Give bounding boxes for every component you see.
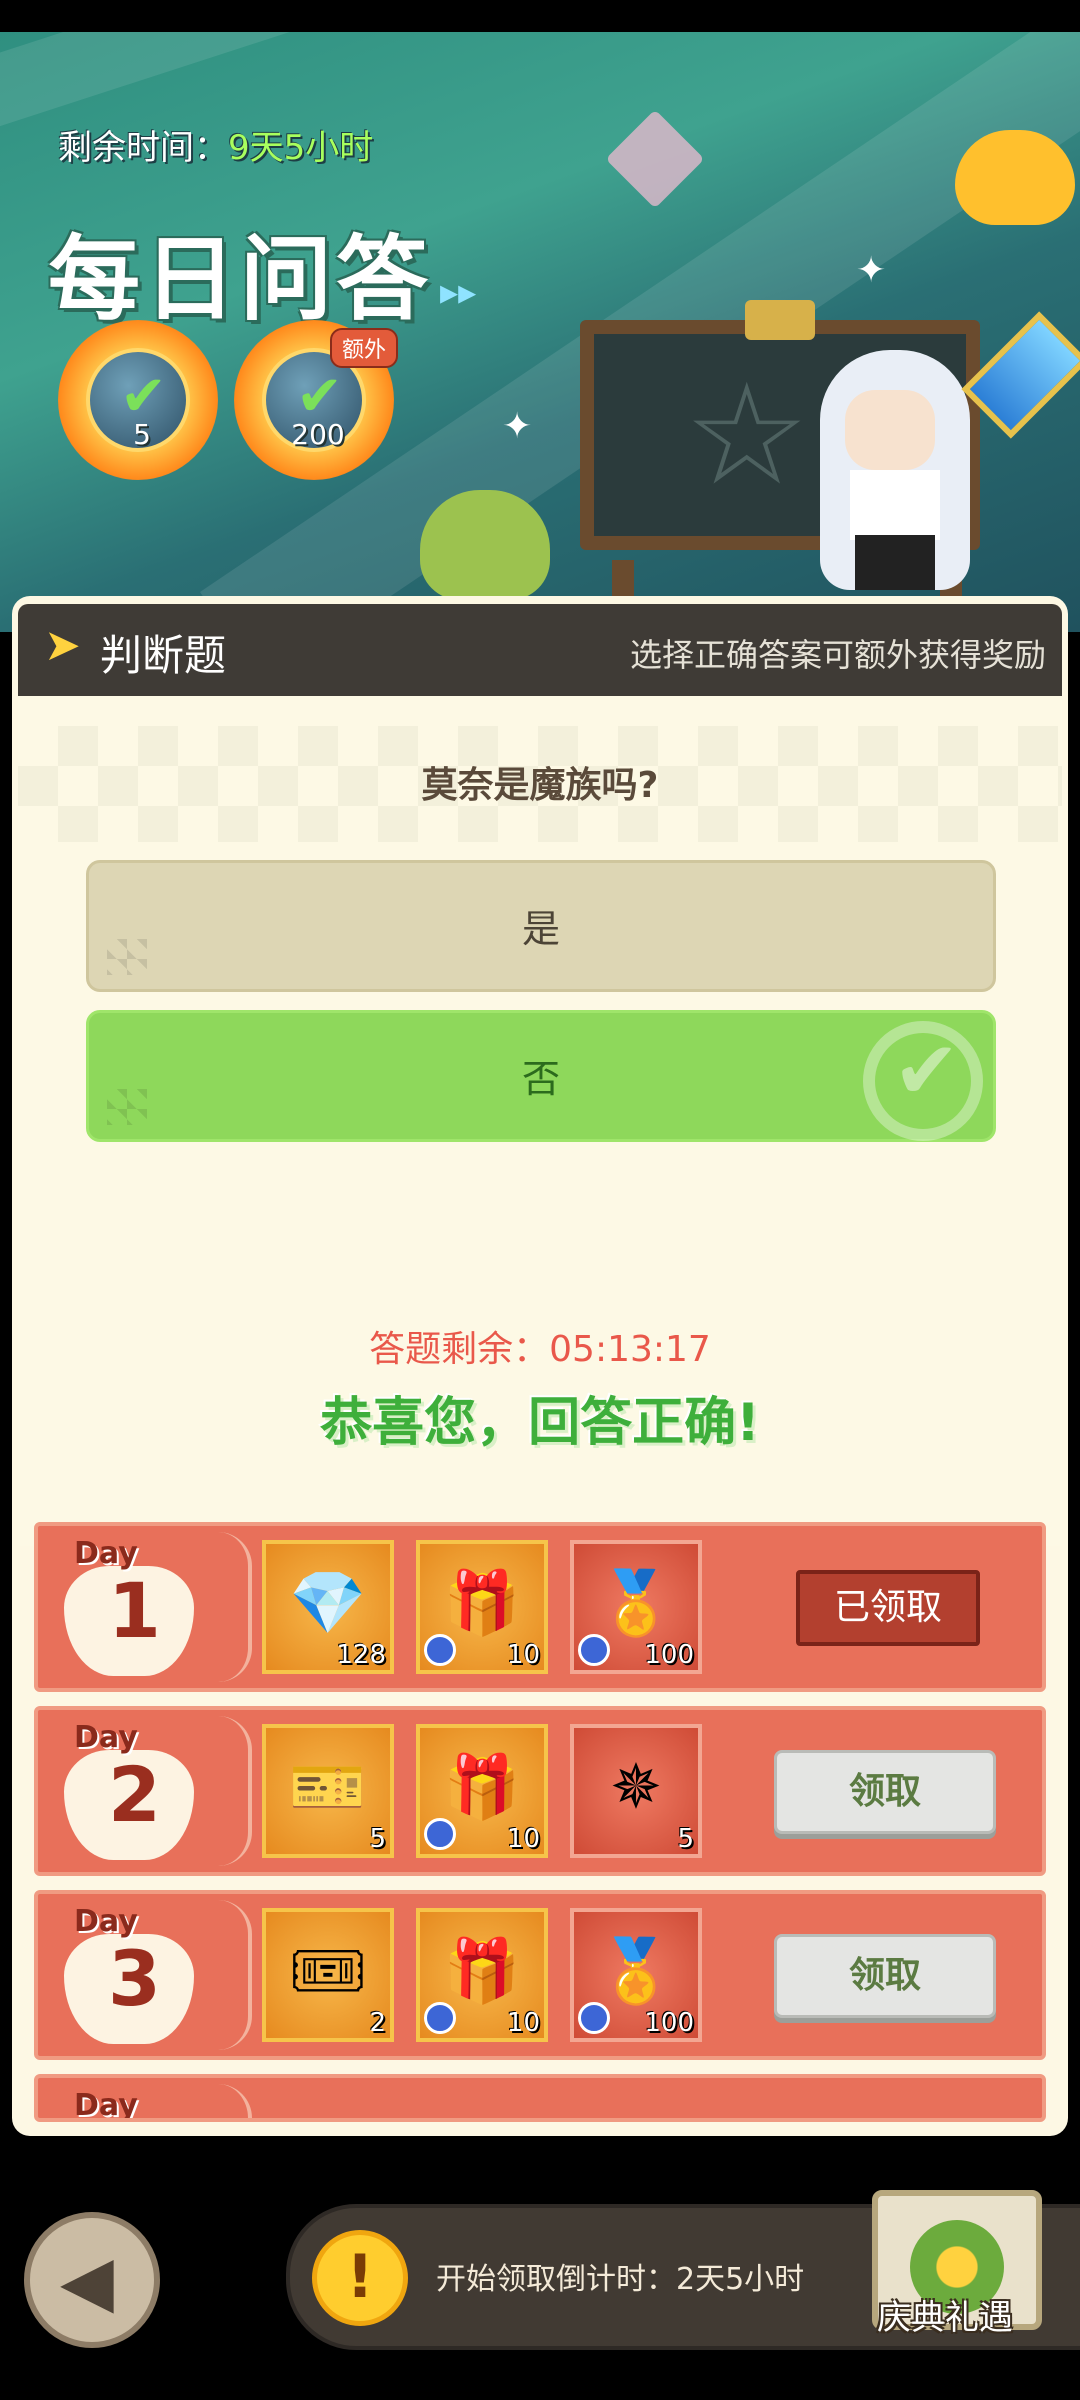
row-divider xyxy=(218,1900,252,2050)
item-quantity: 10 xyxy=(506,1640,540,1670)
green-slime-icon xyxy=(420,490,550,600)
puzzle-check-icon: ✔ 5 xyxy=(86,348,190,452)
option-label: 否 xyxy=(521,1057,560,1101)
extra-badge: 额外 xyxy=(330,328,399,368)
gift-box-icon: 🎁 xyxy=(443,1750,521,1823)
reward-row-day-1: 1 Day 💎 128 🎁 10 🏅 100 已领取 xyxy=(34,1522,1046,1692)
reward-item[interactable]: 🎁 10 xyxy=(416,1724,548,1858)
gift-box-icon: 🎁 xyxy=(443,1934,521,2007)
character-shirt xyxy=(850,470,940,540)
item-quantity: 10 xyxy=(506,2008,540,2038)
gift-box-icon: 🎁 xyxy=(443,1566,521,1639)
gold-ticket-icon: 🎟 xyxy=(288,1934,368,2007)
item-quantity: 128 xyxy=(336,1640,386,1670)
medal-count: 200 xyxy=(291,418,345,451)
item-quantity: 100 xyxy=(644,1640,694,1670)
heart-badge xyxy=(64,2118,194,2122)
timer-icon xyxy=(424,1634,456,1666)
option-label: 是 xyxy=(521,907,560,951)
day-number: 3 xyxy=(108,1934,161,2023)
reward-item[interactable]: 🎁 10 xyxy=(416,1908,548,2042)
day-label: Day xyxy=(74,2088,138,2122)
day-label: Day xyxy=(74,1904,138,1939)
back-arrow-icon: ◀ xyxy=(60,2240,114,2322)
question-type: 判断题 xyxy=(100,631,227,680)
character-skirt xyxy=(855,535,935,590)
board-leg xyxy=(612,560,634,600)
page-title: 每日问答 xyxy=(48,226,433,333)
status-bar xyxy=(0,0,1080,32)
timer-icon xyxy=(424,2002,456,2034)
answer-countdown: 答题剩余：05:13:17 xyxy=(369,1329,711,1370)
reward-item[interactable]: 🏅 100 xyxy=(570,1908,702,2042)
row-divider xyxy=(218,1532,252,1682)
day-label: Day xyxy=(74,1536,138,1571)
board-crest xyxy=(745,300,815,340)
item-quantity: 100 xyxy=(644,2008,694,2038)
exclamation-icon: ! xyxy=(312,2230,408,2326)
heart-badge: 2 xyxy=(64,1750,194,1860)
option-no-button[interactable]: 否 xyxy=(86,1005,996,1142)
sparkle-icon: ✦ xyxy=(856,250,887,291)
fish-ticket-icon: 🎫 xyxy=(289,1750,367,1823)
result-message: 恭喜您，回答正确! xyxy=(320,1393,760,1453)
reward-item[interactable]: ✵ 5 xyxy=(570,1724,702,1858)
reward-item[interactable]: 💎 128 xyxy=(262,1540,394,1674)
gem-medal-icon: 🏅 xyxy=(597,1934,675,2007)
remaining-time-label: 剩余时间： xyxy=(58,128,228,168)
diamond-icon: 💎 xyxy=(289,1566,367,1639)
claim-button[interactable]: 领取 xyxy=(774,1750,996,1834)
claim-countdown: 开始领取倒计时：2天5小时 xyxy=(436,2262,805,2297)
day-label: Day xyxy=(74,1720,138,1755)
option-yes-button[interactable]: 是 xyxy=(86,860,996,992)
reward-item[interactable]: 🎟 2 xyxy=(262,1908,394,2042)
question-text: 莫奈是魔族吗? xyxy=(421,765,659,806)
arrow-diamond-icon: ➤ xyxy=(44,620,81,671)
navigation-bar xyxy=(0,2368,1080,2400)
reward-row-day-2: 2 Day 🎫 5 🎁 10 ✵ 5 领取 xyxy=(34,1706,1046,1876)
item-quantity: 2 xyxy=(369,2008,386,2038)
claimed-button[interactable]: 已领取 xyxy=(796,1570,980,1646)
day-number: 1 xyxy=(108,1566,161,1655)
reward-item[interactable]: 🏅 100 xyxy=(570,1540,702,1674)
heart-badge: 1 xyxy=(64,1566,194,1676)
celebration-gift-label: 庆典礼遇 xyxy=(877,2298,1013,2338)
medal-count: 5 xyxy=(133,418,151,451)
timer-icon xyxy=(578,2002,610,2034)
medal-answers[interactable]: ✔ 5 xyxy=(58,320,218,480)
character-face xyxy=(845,390,935,470)
timer-icon xyxy=(578,1634,610,1666)
reward-row-day-3: 3 Day 🎟 2 🎁 10 🏅 100 领取 xyxy=(34,1890,1046,2060)
reward-item[interactable]: 🎁 10 xyxy=(416,1540,548,1674)
screen: ✦ ✦ ✦ 剩余时间：9天5小时 每日问答 ▸▸ ✔ 5 ✔ 200 额外 ☆ … xyxy=(0,0,1080,2400)
item-quantity: 10 xyxy=(506,1824,540,1854)
back-button[interactable]: ◀ xyxy=(24,2212,160,2348)
yellow-slime-icon xyxy=(955,130,1075,225)
row-divider xyxy=(218,2084,252,2118)
correct-check-icon xyxy=(863,1005,983,1141)
leaf-emblem-icon: ✵ xyxy=(610,1750,662,1823)
sparkle-star-icon xyxy=(605,109,705,209)
remaining-time-value: 9天5小时 xyxy=(228,128,374,168)
reward-item[interactable]: 🎫 5 xyxy=(262,1724,394,1858)
reward-hint: 选择正确答案可额外获得奖励 xyxy=(629,636,1046,674)
sparkle-icon: ✦ xyxy=(502,406,533,447)
day-number: 2 xyxy=(108,1750,161,1839)
row-divider xyxy=(218,1716,252,1866)
timer-icon xyxy=(424,1818,456,1850)
reward-row-day-4: Day xyxy=(34,2074,1046,2122)
pixel-decoration xyxy=(107,939,147,975)
remaining-time: 剩余时间：9天5小时 xyxy=(58,120,373,169)
item-quantity: 5 xyxy=(677,1824,694,1854)
pixel-decoration xyxy=(107,1089,147,1125)
double-arrow-icon: ▸▸ xyxy=(440,272,477,313)
claim-button[interactable]: 领取 xyxy=(774,1934,996,2018)
item-quantity: 5 xyxy=(369,1824,386,1854)
gem-medal-icon: 🏅 xyxy=(597,1566,675,1639)
heart-badge: 3 xyxy=(64,1934,194,2044)
heart-icon xyxy=(64,2118,194,2122)
